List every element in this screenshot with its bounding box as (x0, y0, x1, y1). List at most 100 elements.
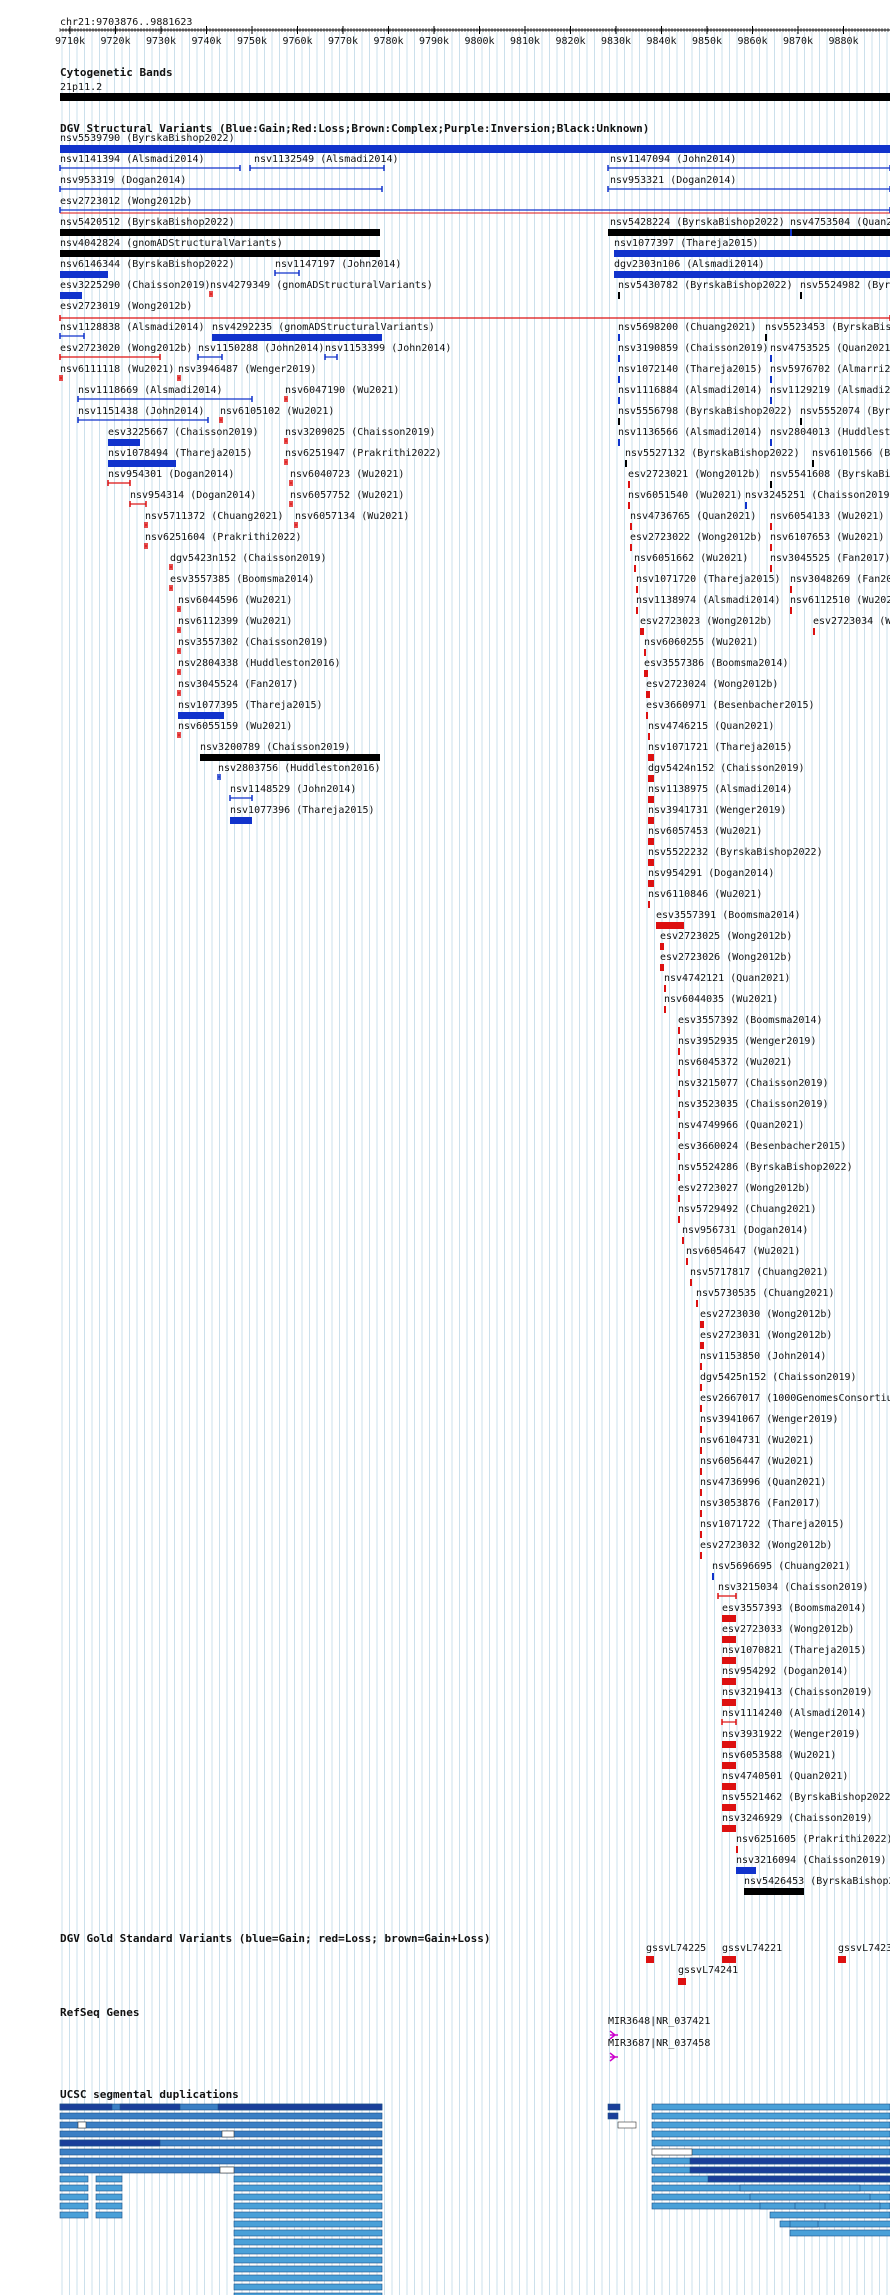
cyto-band[interactable] (60, 93, 890, 101)
dgv-variant[interactable]: nsv1138974 (Alsmadi2014) (636, 595, 781, 614)
dgv-variant[interactable]: esv3557393 (Boomsma2014) (722, 1603, 867, 1622)
dgv-variant[interactable]: nsv3215077 (Chaisson2019) (678, 1078, 829, 1097)
dgv-variant[interactable]: nsv5522232 (ByrskaBishop2022) (648, 847, 823, 866)
segdup-block[interactable] (233, 2184, 383, 2192)
dgv-variant[interactable]: nsv3557302 (Chaisson2019) (177, 637, 329, 654)
dgv-variant[interactable]: nsv1078494 (Thareja2015) (108, 448, 253, 467)
dgv-variant[interactable]: esv2723026 (Wong2012b) (660, 952, 792, 971)
dgv-variant[interactable]: nsv6051540 (Wu2021) (628, 490, 742, 509)
dgv-variant[interactable]: nsv6251947 (Prakrithi2022) (284, 448, 442, 465)
segdup-block[interactable] (59, 2193, 89, 2201)
segdup-block[interactable] (651, 2148, 693, 2156)
dgv-variant[interactable]: nsv5539790 (ByrskaBishop2022) (60, 133, 890, 153)
segdup-block[interactable] (233, 2247, 383, 2255)
dgv-variant[interactable]: esv2723019 (Wong2012b) (59, 301, 890, 321)
dgv-variant[interactable]: nsv1071722 (Thareja2015) (700, 1519, 845, 1538)
segdup-block[interactable] (59, 2103, 113, 2111)
dgv-variant[interactable]: nsv954301 (Dogan2014) (107, 469, 234, 486)
segdup-block[interactable] (233, 2229, 383, 2237)
segdup-block[interactable] (59, 2157, 383, 2165)
dgv-variant[interactable]: nsv6044035 (Wu2021) (664, 994, 778, 1013)
dgv-variant[interactable]: nsv6112510 (Wu2021) (790, 595, 890, 614)
dgv-variant[interactable]: nsv1077397 (Thareja2015) (614, 238, 890, 257)
segdup-block[interactable] (607, 2103, 621, 2111)
dgv-variant[interactable]: esv2723032 (Wong2012b) (700, 1540, 832, 1559)
dgv-variant[interactable]: nsv1141394 (Alsmadi2014) (59, 154, 241, 171)
dgv-variant[interactable]: esv2723034 (Wong2012b) (813, 616, 890, 635)
dgv-variant[interactable]: esv2723022 (Wong2012b) (630, 532, 762, 551)
segdup-block[interactable] (59, 2139, 161, 2147)
dgv-variant[interactable]: nsv953321 (Dogan2014) (607, 175, 890, 192)
dgv-variant[interactable]: nsv6054647 (Wu2021) (686, 1246, 800, 1265)
dgv-variant[interactable]: nsv6044596 (Wu2021) (177, 595, 292, 612)
gold-variant[interactable]: gssvL74225 (646, 1943, 706, 1963)
dgv-variant[interactable]: nsv6055159 (Wu2021) (177, 721, 292, 738)
dgv-variant[interactable]: nsv1153399 (John2014) (324, 343, 451, 360)
gold-variant[interactable]: gssvL74241 (678, 1965, 738, 1985)
gold-track-title[interactable]: DGV Gold Standard Variants (blue=Gain; r… (60, 1932, 490, 1945)
dgv-variant[interactable]: nsv1148529 (John2014) (229, 784, 356, 801)
segdup-block[interactable] (651, 2139, 890, 2147)
dgv-variant[interactable]: nsv2804338 (Huddleston2016) (177, 658, 341, 675)
dgv-variant[interactable]: esv2723012 (Wong2012b) (59, 196, 890, 213)
segdup-block[interactable] (119, 2103, 181, 2111)
segdup-block[interactable] (233, 2238, 383, 2246)
segdup-block[interactable] (219, 2166, 235, 2174)
segdup-block[interactable] (77, 2121, 87, 2129)
segdup-block[interactable] (794, 2202, 826, 2210)
dgv-variant[interactable]: esv2723023 (Wong2012b) (640, 616, 772, 635)
dgv-variant[interactable]: nsv1128838 (Alsmadi2014) (59, 322, 205, 339)
segdup-block[interactable] (95, 2193, 123, 2201)
dgv-variant[interactable]: nsv954314 (Dogan2014) (129, 490, 256, 507)
dgv-variant[interactable]: nsv4736765 (Quan2021) (630, 511, 756, 530)
dgv-variant[interactable]: nsv4746215 (Quan2021) (648, 721, 774, 740)
dgv-variant[interactable]: nsv6101566 (ByrskaBishop2022) (812, 448, 890, 467)
dgv-variant[interactable]: nsv2803756 (Huddleston2016) (217, 763, 381, 780)
segdup-block[interactable] (607, 2112, 619, 2120)
segdup-block[interactable] (59, 2202, 89, 2210)
dgv-variant[interactable]: dgv5424n152 (Chaisson2019) (648, 763, 805, 782)
dgv-variant[interactable]: esv3557391 (Boomsma2014) (656, 910, 801, 929)
segdup-block[interactable] (689, 2157, 890, 2165)
dgv-variant[interactable]: nsv6057453 (Wu2021) (648, 826, 762, 845)
refseq-gene[interactable]: MIR3648|NR_037421 (608, 2016, 710, 2040)
dgv-variant[interactable]: dgv2303n106 (Alsmadi2014) (614, 259, 890, 278)
segdup-block[interactable] (95, 2211, 123, 2219)
segdup-block[interactable] (59, 2130, 383, 2138)
dgv-variant[interactable]: esv2723024 (Wong2012b) (646, 679, 778, 698)
gold-variant[interactable]: gssvL74235 (838, 1943, 890, 1963)
dgv-variant[interactable]: nsv1077395 (Thareja2015) (178, 700, 323, 719)
dgv-variant[interactable]: nsv3200789 (Chaisson2019) (200, 742, 380, 761)
dgv-variant[interactable]: nsv1147094 (John2014) (607, 154, 890, 171)
dgv-variant[interactable]: nsv3931922 (Wenger2019) (722, 1729, 860, 1748)
dgv-variant[interactable]: nsv4740501 (Quan2021) (722, 1771, 848, 1790)
dgv-variant[interactable]: nsv3215034 (Chaisson2019) (717, 1582, 869, 1599)
dgv-variant[interactable]: nsv3952935 (Wenger2019) (678, 1036, 816, 1055)
segdup-block[interactable] (749, 2193, 871, 2201)
dgv-variant[interactable]: nsv5430782 (ByrskaBishop2022) (618, 280, 793, 299)
dgv-variant[interactable]: nsv5527132 (ByrskaBishop2022) (625, 448, 800, 467)
segdup-block[interactable] (739, 2184, 861, 2192)
dgv-variant[interactable]: nsv3209025 (Chaisson2019) (284, 427, 436, 444)
segdup-block[interactable] (59, 2148, 383, 2156)
dgv-variant[interactable]: esv3225667 (Chaisson2019) (108, 427, 259, 446)
segdup-block[interactable] (789, 2229, 890, 2237)
dgv-variant[interactable]: nsv5556798 (ByrskaBishop2022) (618, 406, 793, 425)
dgv-variant[interactable]: esv2723025 (Wong2012b) (660, 931, 792, 950)
dgv-variant[interactable]: nsv5730535 (Chuang2021) (696, 1288, 834, 1307)
segdup-block[interactable] (59, 2112, 383, 2120)
dgv-variant[interactable]: nsv5523453 (ByrskaBishop2022) (765, 322, 890, 341)
segdup-block[interactable] (233, 2175, 383, 2183)
dgv-variant[interactable]: nsv6110846 (Wu2021) (648, 889, 762, 908)
segdup-block[interactable] (233, 2211, 383, 2219)
dgv-variant[interactable]: nsv5711372 (Chuang2021) (144, 511, 283, 528)
dgv-variant[interactable]: nsv1070821 (Thareja2015) (722, 1645, 867, 1664)
dgv-variant[interactable]: nsv6146344 (ByrskaBishop2022) (60, 259, 235, 278)
dgv-variant[interactable]: nsv5698200 (Chuang2021) (618, 322, 756, 341)
segdup-block[interactable] (233, 2202, 383, 2210)
dgv-variant[interactable]: nsv6051662 (Wu2021) (634, 553, 748, 572)
segdup-block[interactable] (651, 2130, 890, 2138)
segdup-block[interactable] (707, 2175, 890, 2183)
segdup-block[interactable] (233, 2274, 383, 2282)
dgv-variant[interactable]: nsv3045524 (Fan2017) (177, 679, 298, 696)
